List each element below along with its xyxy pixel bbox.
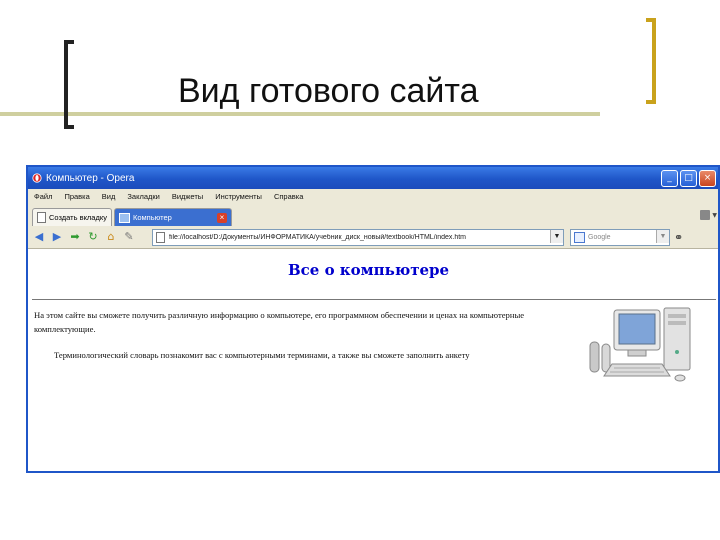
left-bracket-decoration [64,40,74,129]
menu-view[interactable]: Вид [102,192,116,201]
computer-illustration-icon [589,307,691,382]
home-icon[interactable]: ⌂ [104,230,118,244]
address-text: file://localhost/D:/Документы/ИНФОРМАТИК… [169,233,466,241]
binoculars-icon[interactable]: ⚭ [674,231,683,244]
page-icon [156,231,165,243]
menu-file[interactable]: Файл [34,192,52,201]
maximize-button[interactable]: □ [680,169,697,187]
search-dropdown-icon[interactable]: ▼ [656,229,669,243]
new-tab-icon [37,212,46,223]
tab-new[interactable]: Создать вкладку [32,208,112,226]
intro-paragraph: На этом сайте вы сможете получить различ… [34,310,525,334]
trash-icon[interactable] [700,210,710,220]
dictionary-paragraph: Терминологический словарь познакомит вас… [54,350,470,360]
tab-computer-label: Компьютер [132,213,172,222]
minimize-button[interactable]: _ [661,169,678,187]
title-bar[interactable]: Компьютер - Opera _ □ × [28,167,718,189]
page-content: Все о компьютере На этом сайте вы сможет… [28,249,718,453]
decorative-line [0,112,600,116]
search-engine-icon [574,231,585,243]
tab-close-icon[interactable]: × [216,212,227,223]
menu-bookmarks[interactable]: Закладки [127,192,159,201]
horizontal-rule [32,299,716,300]
reload-icon[interactable]: ↻ [86,230,100,244]
browser-window: Компьютер - Opera _ □ × Файл Правка Вид … [26,165,720,473]
back-icon[interactable]: ◀ [32,230,46,244]
window-title: Компьютер - Opera [46,172,135,184]
page-icon [118,212,130,223]
opera-icon [32,173,42,183]
tab-bar: Создать вкладку Компьютер × ▼ [28,204,718,226]
menu-edit[interactable]: Правка [64,192,89,201]
menu-tools[interactable]: Инструменты [215,192,262,201]
right-bracket-decoration [646,18,656,104]
address-dropdown-icon[interactable]: ▼ [550,229,563,243]
search-input[interactable]: Google ▼ [570,228,670,246]
address-input[interactable]: file://localhost/D:/Документы/ИНФОРМАТИК… [152,228,564,246]
forward-icon[interactable]: ▶ [50,230,64,244]
close-button[interactable]: × [699,169,716,187]
slide-title: Вид готового сайта [178,72,479,110]
fast-forward-icon[interactable]: ➡ [68,230,82,244]
menu-help[interactable]: Справка [274,192,303,201]
address-toolbar: ◀ ▶ ➡ ↻ ⌂ ✎ file://localhost/D:/Документ… [28,226,718,249]
tab-computer[interactable]: Компьютер × [113,208,232,226]
tab-new-label: Создать вкладку [49,213,107,222]
menu-bar: Файл Правка Вид Закладки Виджеты Инструм… [28,189,718,204]
page-heading: Все о компьютере [288,261,450,279]
search-placeholder: Google [588,233,611,241]
wand-icon[interactable]: ✎ [122,230,136,244]
tab-menu-arrow-icon[interactable]: ▼ [712,212,717,219]
menu-widgets[interactable]: Виджеты [172,192,203,201]
